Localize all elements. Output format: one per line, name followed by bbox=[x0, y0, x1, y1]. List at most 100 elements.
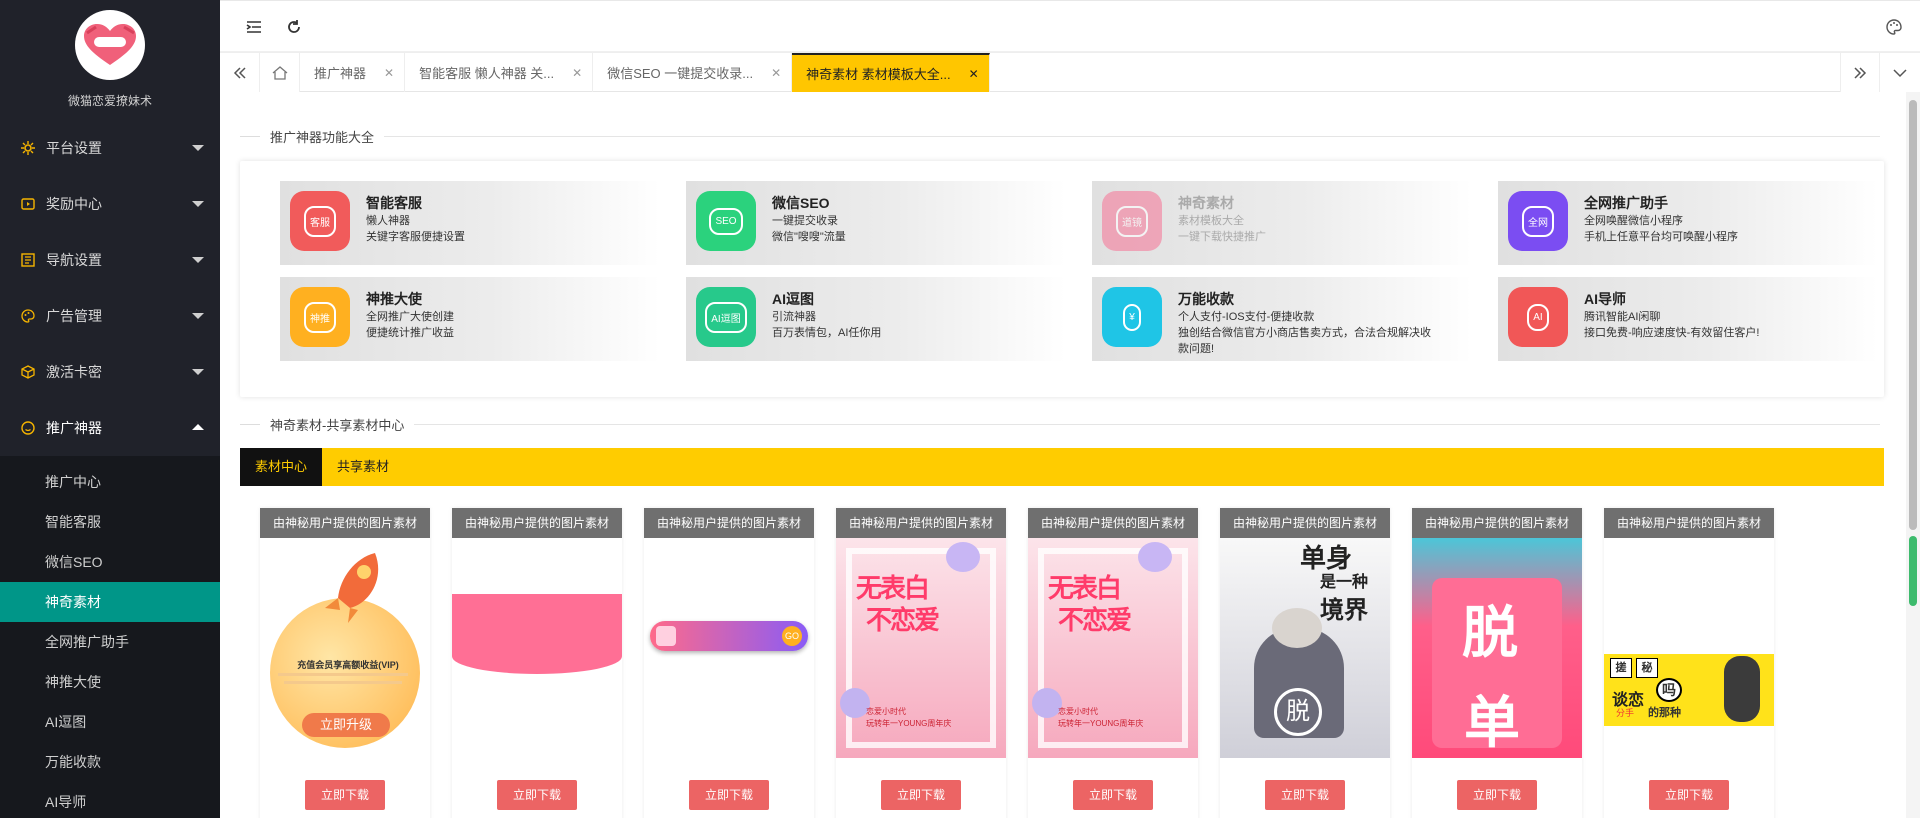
feature-desc: 关键字客服便捷设置 bbox=[366, 231, 465, 243]
collapse-menu-button[interactable] bbox=[242, 15, 266, 39]
close-icon[interactable]: ✕ bbox=[384, 66, 394, 80]
page-tab[interactable]: 微信SEO 一键提交收录... ✕ bbox=[593, 53, 793, 92]
sidebar-item-activation-codes[interactable]: 激活卡密 bbox=[0, 344, 220, 400]
emoji-icon: AI逗图 bbox=[696, 287, 756, 347]
submenu-item[interactable]: 推广中心 bbox=[0, 462, 220, 502]
material-text: 的那种 bbox=[1648, 707, 1681, 719]
subnav: 推广中心 智能客服 微信SEO 神奇素材 全网推广助手 神推大使 AI逗图 万能收款 AI导师 bbox=[0, 456, 220, 818]
tab-bar: 推广神器 ✕ 智能客服 懒人神器 关... ✕ 微信SEO 一键提交收录... ✕ 神奇素材… bbox=[220, 52, 1920, 92]
close-icon[interactable]: ✕ bbox=[572, 66, 582, 80]
close-icon[interactable]: ✕ bbox=[969, 67, 979, 81]
feature-card[interactable]: 客服 智能客服 懒人神器 关键字客服便捷设置 bbox=[280, 181, 660, 265]
brand: 微猫恋爱撩妹术 bbox=[0, 0, 220, 120]
feature-desc: 百万表情包，AI任你用 bbox=[772, 327, 882, 339]
submenu-item[interactable]: AI逗图 bbox=[0, 702, 220, 742]
tabs-menu-button[interactable] bbox=[1880, 53, 1920, 92]
feature-desc: 全网唤醒微信小程序 bbox=[1584, 215, 1683, 227]
nav-book-icon bbox=[20, 252, 36, 268]
material-text: 搓 bbox=[1610, 658, 1632, 678]
home-tab[interactable] bbox=[260, 53, 300, 92]
go-button-art: GO bbox=[782, 626, 802, 646]
tabs-scroll-right-button[interactable] bbox=[1840, 53, 1880, 92]
feature-desc: 接口免费-响应速度快-有效留住客户! bbox=[1584, 327, 1760, 339]
feature-card[interactable]: AI逗图 AI逗图 引流神器 百万表情包，AI任你用 bbox=[686, 277, 1066, 361]
theme-button[interactable] bbox=[1882, 15, 1906, 39]
feature-card[interactable]: SEO 微信SEO 一键提交收录 微信"嗖嗖"流量 bbox=[686, 181, 1066, 265]
page-tab[interactable]: 推广神器 ✕ bbox=[300, 53, 406, 92]
submenu-item[interactable]: 智能客服 bbox=[0, 502, 220, 542]
envelope-icon: 道镜 bbox=[1102, 191, 1162, 251]
feature-desc: 一键下载快捷推广 bbox=[1178, 231, 1266, 243]
material-card-header: 由神秘用户提供的图片素材 bbox=[1028, 508, 1198, 538]
download-button[interactable]: 立即下载 bbox=[1649, 780, 1729, 810]
tab-shared-materials[interactable]: 共享素材 bbox=[322, 448, 404, 486]
caret-down-icon bbox=[192, 369, 204, 375]
scrollbar-track-thumb[interactable] bbox=[1909, 100, 1917, 530]
refresh-button[interactable] bbox=[282, 15, 306, 39]
materials-section-title: 神奇素材-共享素材中心 bbox=[240, 414, 1880, 434]
feature-desc: 懒人神器 bbox=[366, 215, 410, 227]
close-icon[interactable]: ✕ bbox=[771, 66, 781, 80]
download-button[interactable]: 立即下载 bbox=[1265, 780, 1345, 810]
submenu-item[interactable]: 万能收款 bbox=[0, 742, 220, 782]
feature-icon-text: AI逗图 bbox=[705, 301, 747, 333]
download-button[interactable]: 立即下载 bbox=[305, 780, 385, 810]
feature-card[interactable]: 神推 神推大使 全网推广大使创建 便捷统计推广收益 bbox=[280, 277, 660, 361]
feature-desc: 腾讯智能AI闲聊 bbox=[1584, 311, 1661, 323]
sidebar-item-nav-settings[interactable]: 导航设置 bbox=[0, 232, 220, 288]
download-button[interactable]: 立即下载 bbox=[881, 780, 961, 810]
site-logo[interactable] bbox=[75, 10, 145, 80]
scrollbar-thumb[interactable] bbox=[1909, 536, 1917, 606]
page-tab[interactable]: 智能客服 懒人神器 关... ✕ bbox=[405, 53, 594, 92]
feature-card[interactable]: AI AI导师 腾讯智能AI闲聊 接口免费-响应速度快-有效留住客户! bbox=[1498, 277, 1878, 361]
feature-icon-text: 神推 bbox=[304, 301, 336, 333]
download-button[interactable]: 立即下载 bbox=[497, 780, 577, 810]
bulb-icon: 全网 bbox=[1508, 191, 1568, 251]
material-card[interactable]: 由神秘用户提供的图片素材 单身 是一种 境界脱立即下载 bbox=[1220, 508, 1390, 818]
sidebar-item-promotion-tools[interactable]: 推广神器 bbox=[0, 400, 220, 456]
material-card[interactable]: 由神秘用户提供的图片素材 无表白 不恋爱 恋爱小时代 玩转年一YOUNG周年庆 立即下载 bbox=[1028, 508, 1198, 818]
caret-down-icon bbox=[192, 257, 204, 263]
tab-material-center[interactable]: 素材中心 bbox=[240, 448, 323, 486]
sidebar-item-label: 推广神器 bbox=[46, 420, 102, 436]
sidebar-item-reward-center[interactable]: 奖励中心 bbox=[0, 176, 220, 232]
feature-desc: 引流神器 bbox=[772, 311, 816, 323]
page-tab[interactable]: 神奇素材 素材模板大全... ✕ bbox=[792, 53, 990, 92]
seo-tag-icon: SEO bbox=[696, 191, 756, 251]
feature-name: 神奇素材 bbox=[1178, 195, 1234, 211]
submenu-item[interactable]: 全网推广助手 bbox=[0, 622, 220, 662]
feature-icon-text: ¥ bbox=[1123, 303, 1141, 331]
submenu-item[interactable]: AI导师 bbox=[0, 782, 220, 818]
page-scrollbar[interactable] bbox=[1906, 92, 1920, 818]
sidebar-item-ad-management[interactable]: 广告管理 bbox=[0, 288, 220, 344]
material-card[interactable]: 由神秘用户提供的图片素材搓秘谈恋 分手吗的那种 立即下载 bbox=[1604, 508, 1774, 818]
features-panel: 客服 智能客服 懒人神器 关键字客服便捷设置 SEO 微信SEO 一键提交收录 微信"嗖嗖"流… bbox=[240, 161, 1884, 397]
material-card-header: 由神秘用户提供的图片素材 bbox=[1412, 508, 1582, 538]
material-card[interactable]: 由神秘用户提供的图片素材 充值会员享高额收益(VIP) 立即升级 立即下载 bbox=[260, 508, 430, 818]
feature-name: AI导师 bbox=[1584, 291, 1626, 307]
sidebar-item-platform-settings[interactable]: 平台设置 bbox=[0, 120, 220, 176]
material-card[interactable]: 由神秘用户提供的图片素材 无表白 不恋爱 恋爱小时代 玩转年一YOUNG周年庆 立即下载 bbox=[836, 508, 1006, 818]
material-text: 吗 bbox=[1656, 678, 1682, 702]
material-text: 单 bbox=[1464, 691, 1520, 754]
feature-card[interactable]: 道镜 神奇素材 素材模板大全 一键下载快捷推广 bbox=[1092, 181, 1472, 265]
download-button[interactable]: 立即下载 bbox=[689, 780, 769, 810]
trophy-icon: 神推 bbox=[290, 287, 350, 347]
submenu-item[interactable]: 神推大使 bbox=[0, 662, 220, 702]
sidebar-item-label: 激活卡密 bbox=[46, 364, 102, 380]
heart-logo-icon bbox=[84, 24, 136, 65]
material-card[interactable]: 由神秘用户提供的图片素材 立即下载 bbox=[452, 508, 622, 818]
material-image: 脱单 bbox=[1412, 538, 1582, 758]
material-text: 不恋爱 bbox=[1058, 605, 1132, 635]
material-card[interactable]: 由神秘用户提供的图片素材 GO 立即下载 bbox=[644, 508, 814, 818]
submenu-item[interactable]: 微信SEO bbox=[0, 542, 220, 582]
feature-desc: 全网推广大使创建 bbox=[366, 311, 454, 323]
download-button[interactable]: 立即下载 bbox=[1457, 780, 1537, 810]
download-button[interactable]: 立即下载 bbox=[1073, 780, 1153, 810]
submenu-item[interactable]: 神奇素材 bbox=[0, 582, 220, 622]
feature-name: 神推大使 bbox=[366, 291, 422, 307]
feature-card[interactable]: 全网 全网推广助手 全网唤醒微信小程序 手机上任意平台均可唤醒小程序 bbox=[1498, 181, 1878, 265]
feature-card[interactable]: ¥ 万能收款 个人支付-IOS支付-便捷收款 独创结合微信官方小商店售卖方式，合法合规… bbox=[1092, 277, 1472, 361]
material-card[interactable]: 由神秘用户提供的图片素材脱单立即下载 bbox=[1412, 508, 1582, 818]
tabs-scroll-left-button[interactable] bbox=[220, 53, 260, 92]
